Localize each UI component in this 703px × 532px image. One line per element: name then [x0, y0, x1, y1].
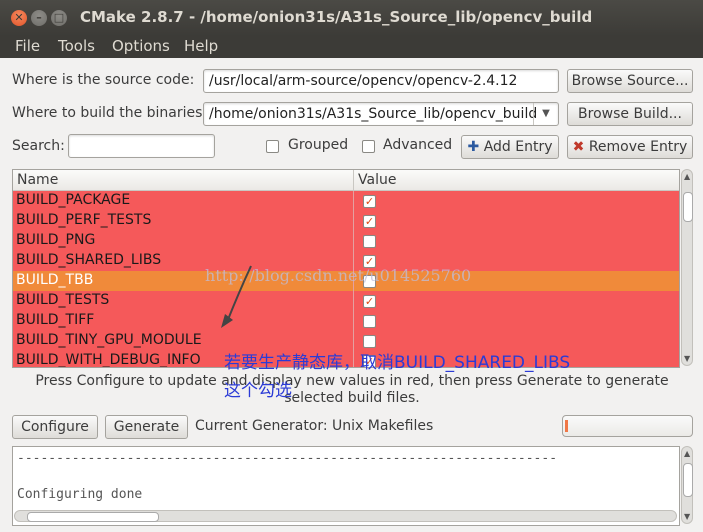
title-bar: ✕ – □ CMake 2.8.7 - /home/onion31s/A31s_… [0, 0, 703, 36]
cache-entry-name: BUILD_TINY_GPU_MODULE [16, 332, 202, 348]
table-header: Name Value [13, 170, 679, 191]
annotation-arrow-icon [221, 265, 252, 328]
scroll-down-icon[interactable]: ▼ [684, 512, 690, 521]
cache-entry-name: BUILD_PERF_TESTS [16, 212, 152, 228]
add-entry-label: Add Entry [483, 139, 553, 155]
build-path-value: /home/onion31s/A31s_Source_lib/opencv_bu… [209, 106, 538, 122]
output-line: ----------------------------------------… [17, 451, 558, 466]
grouped-checkbox[interactable] [266, 140, 279, 153]
table-row[interactable]: BUILD_PERF_TESTS ✓ [13, 211, 679, 231]
configure-button[interactable]: Configure [12, 415, 98, 439]
remove-icon: ✖ [572, 139, 585, 155]
grouped-label: Grouped [288, 137, 349, 153]
current-generator-label: Current Generator: Unix Makefiles [195, 418, 434, 434]
advanced-checkbox[interactable] [362, 140, 375, 153]
output-vertical-scrollbar[interactable]: ▲ ▼ [681, 446, 693, 524]
source-label: Where is the source code: [12, 72, 195, 88]
browse-source-button[interactable]: Browse Source... [567, 69, 693, 93]
build-label: Where to build the binaries: [12, 105, 208, 121]
menu-help[interactable]: Help [184, 37, 218, 55]
cache-entry-checkbox[interactable]: ✓ [363, 195, 376, 208]
table-vertical-scrollbar[interactable]: ▲ ▼ [681, 169, 693, 366]
scroll-up-icon[interactable]: ▲ [684, 172, 690, 181]
build-path-combobox[interactable]: /home/onion31s/A31s_Source_lib/opencv_bu… [203, 102, 559, 126]
menu-tools[interactable]: Tools [58, 37, 95, 55]
cache-entry-name: BUILD_WITH_DEBUG_INFO [16, 352, 201, 368]
cache-entry-name: BUILD_TESTS [16, 292, 110, 308]
table-row[interactable]: BUILD_PNG [13, 231, 679, 251]
annotation-line-1: 若要生产静态库，取消BUILD_SHARED_LIBS [224, 353, 571, 373]
table-scroll-thumb[interactable] [683, 192, 693, 222]
close-window-icon[interactable]: ✕ [11, 10, 27, 26]
cache-entry-name: BUILD_PNG [16, 232, 96, 248]
cache-entry-checkbox[interactable] [363, 235, 376, 248]
annotation-line-2: 这个勾选 [224, 381, 292, 401]
menu-file[interactable]: File [15, 37, 40, 55]
table-row[interactable]: BUILD_TESTS ✓ [13, 291, 679, 311]
output-horizontal-scrollbar[interactable] [14, 510, 677, 522]
advanced-label: Advanced [383, 137, 453, 153]
search-input[interactable] [68, 134, 215, 158]
progress-fill [565, 420, 568, 432]
cache-entry-name: BUILD_PACKAGE [16, 192, 131, 208]
cache-entry-checkbox[interactable]: ✓ [363, 215, 376, 228]
browse-build-button[interactable]: Browse Build... [567, 102, 693, 126]
table-row[interactable]: BUILD_TIFF [13, 311, 679, 331]
cache-entry-name: BUILD_TBB [16, 272, 94, 288]
maximize-window-icon[interactable]: □ [51, 10, 67, 26]
table-row[interactable]: BUILD_PACKAGE ✓ [13, 191, 679, 211]
column-value-header[interactable]: Value [358, 172, 396, 188]
remove-entry-button[interactable]: ✖ Remove Entry [567, 135, 693, 159]
plus-icon: ✚ [467, 139, 480, 155]
cache-entry-checkbox[interactable] [363, 335, 376, 348]
source-path-field[interactable]: /usr/local/arm-source/opencv/opencv-2.4.… [203, 69, 559, 93]
generate-button[interactable]: Generate [105, 415, 188, 439]
add-entry-button[interactable]: ✚ Add Entry [461, 135, 559, 159]
output-scroll-thumb[interactable] [683, 463, 693, 497]
cache-entry-name: BUILD_TIFF [16, 312, 95, 328]
menu-bar: File Tools Options Help [0, 36, 703, 58]
cache-entry-checkbox[interactable]: ✓ [363, 295, 376, 308]
window-title: CMake 2.8.7 - /home/onion31s/A31s_Source… [80, 8, 593, 26]
cache-entry-checkbox[interactable] [363, 315, 376, 328]
scroll-up-icon[interactable]: ▲ [684, 449, 690, 458]
minimize-window-icon[interactable]: – [31, 10, 47, 26]
remove-entry-label: Remove Entry [588, 139, 688, 155]
chevron-down-icon[interactable]: ▼ [533, 103, 558, 125]
configure-hint: Press Configure to update and display ne… [35, 373, 669, 406]
cache-entry-name: BUILD_SHARED_LIBS [16, 252, 162, 268]
progress-bar [562, 415, 693, 437]
scroll-down-icon[interactable]: ▼ [684, 354, 690, 363]
menu-options[interactable]: Options [112, 37, 170, 55]
output-hscroll-thumb[interactable] [27, 512, 159, 522]
column-name-header[interactable]: Name [17, 172, 58, 188]
output-line: Configuring done [17, 487, 143, 502]
search-label: Search: [12, 138, 65, 154]
